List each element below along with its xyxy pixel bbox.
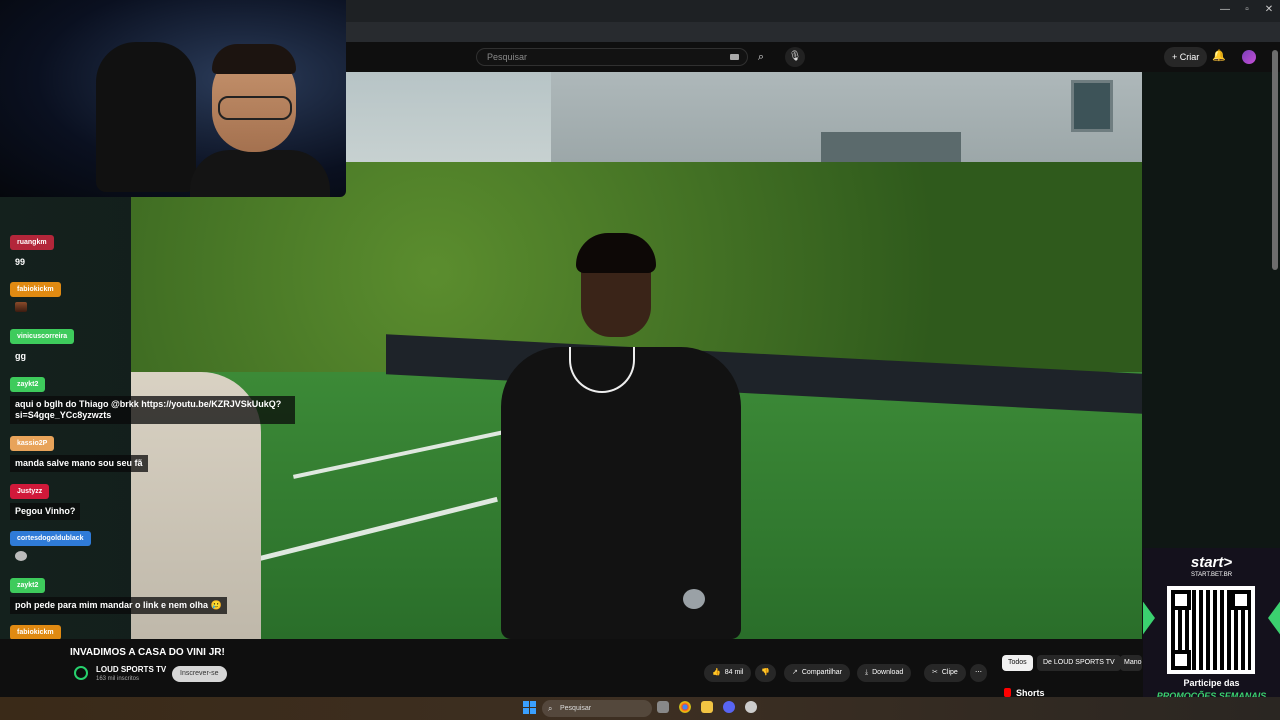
window-controls: — ▫ ✕ [1214,0,1280,20]
chat-message: zaykt2 poh pede para mim mandar o link e… [10,574,227,614]
taskbar-search-placeholder: Pesquisar [560,705,592,712]
person-torso [501,347,741,639]
like-count: 84 mil [724,669,744,676]
ad-domain: START.BET.BR [1190,572,1233,578]
search-input[interactable]: Pesquisar [476,48,748,66]
qr-corner [1171,590,1191,610]
chat-message: cortesdogoldublack [10,527,91,561]
chat-username: Justyzz [10,484,50,499]
taskbar: ⌕ Pesquisar [0,697,1280,720]
search-icon: ⌕ [757,51,765,63]
channel-avatar[interactable] [74,666,88,680]
taskbar-search[interactable]: ⌕ Pesquisar [542,700,652,717]
chrome-icon[interactable] [679,701,691,713]
webcam-body [190,150,330,197]
chat-message: fabiokickm [10,278,61,312]
emote-icon [15,302,27,312]
qr-code-icon [1167,586,1255,674]
page-scrollbar[interactable] [1272,50,1278,270]
chat-username: ruangkm [10,235,54,250]
download-icon: ⤓ [865,669,869,676]
chat-username: cortesdogoldublack [10,531,91,546]
mic-icon: 🎙 [788,51,802,62]
thumbs-down-icon: 👎 [761,669,770,676]
chat-message: vinicuscorreira gg [10,325,75,365]
share-button[interactable]: ↗ Compartilhar [784,664,850,682]
chat-text: manda salve mano sou seu fã [10,455,148,472]
chat-username: vinicuscorreira [10,329,75,344]
sponsor-ad-overlay: start> START.BET.BR Participe das PROMOÇ… [1143,548,1280,720]
chat-username: zaykt2 [10,578,46,593]
download-label: Download [872,669,904,676]
share-icon: ↗ [792,669,798,676]
ad-brand-logo: start> [1190,554,1233,571]
close-icon[interactable]: ✕ [1258,0,1280,20]
streamer-webcam [0,0,346,197]
chat-username: kassio2P [10,436,55,451]
chip-more[interactable]: Mano [1120,655,1142,671]
person-hair [576,233,656,273]
voice-search-button[interactable]: 🎙 [785,47,805,67]
chat-username: zaykt2 [10,377,46,392]
chat-text: aqui o bglh do Thiago @brkk https://yout… [10,396,295,424]
webcam-glasses [218,96,292,120]
chat-username: fabiokickm [10,282,61,297]
house-window [1071,80,1113,132]
task-view-icon[interactable] [657,701,669,713]
create-button[interactable]: + Criar [1164,47,1208,67]
dislike-button[interactable]: 👎 [755,664,776,682]
chevron-right-icon [1143,588,1155,648]
share-label: Compartilhar [801,669,842,676]
file-explorer-icon[interactable] [701,701,713,713]
chat-text: 99 [15,257,26,267]
chat-message: Justyzz Pegou Vinho? [10,480,81,520]
avatar[interactable] [1242,50,1256,64]
chip-from-channel[interactable]: De LOUD SPORTS TV [1037,655,1121,671]
recommendations-panel [1142,72,1280,550]
subscriber-count: 163 mil inscritos [96,676,140,682]
clip-label: Clipe [941,669,958,676]
globe-emote-icon [15,551,27,561]
maximize-icon[interactable]: ▫ [1236,0,1258,20]
windows-start-icon[interactable] [523,701,536,714]
download-button[interactable]: ⤓ Download [857,664,912,682]
chat-text: gg [15,351,26,361]
video-person [501,233,741,639]
chevron-left-icon [1268,588,1280,648]
chat-message: ruangkm 99 [10,231,54,271]
chat-username: fabiokickm [10,625,61,640]
search-button[interactable]: ⌕ [748,48,774,66]
scissors-icon: ✂ [932,669,938,676]
search-placeholder: Pesquisar [487,52,528,62]
chat-message: kassio2P manda salve mano sou seu fã [10,432,148,472]
video-info: INVADIMOS A CASA DO VINI JR! LOUD SPORTS… [0,639,1142,697]
person-watch [683,589,705,609]
ad-line1: Participe das [1183,678,1240,688]
obs-icon[interactable] [745,701,757,713]
thumbs-up-icon: 👍 [712,669,721,676]
screen: — ▫ ✕ ▭ ☆ ⧉ ⇄ ⋮ Pesquisar ⌕ 🎙 + Criar 🔔 [0,0,1280,720]
chip-all[interactable]: Todos [1002,655,1033,671]
discord-icon[interactable] [723,701,735,713]
shorts-icon [1004,688,1011,697]
subscribe-button[interactable]: Inscrever-se [172,666,227,682]
video-title: INVADIMOS A CASA DO VINI JR! [70,647,225,658]
minimize-icon[interactable]: — [1214,0,1236,20]
qr-corner [1171,650,1191,670]
keyboard-icon[interactable] [730,54,739,60]
create-label: Criar [1179,52,1200,62]
qr-corner [1231,590,1251,610]
chat-text: Pegou Vinho? [10,503,81,520]
webcam-hair [212,44,296,74]
clip-button[interactable]: ✂ Clipe [924,664,966,682]
more-actions-button[interactable]: ⋯ [970,664,987,682]
like-button[interactable]: 👍 84 mil [704,664,752,682]
chat-message: zaykt2 aqui o bglh do Thiago @brkk https… [10,373,295,424]
chat-text: poh pede para mim mandar o link e nem ol… [10,597,227,614]
search-icon: ⌕ [548,704,553,713]
more-icon: ⋯ [975,669,982,676]
webcam-chair [96,42,196,192]
bell-icon[interactable]: 🔔 [1212,49,1226,62]
channel-name[interactable]: LOUD SPORTS TV [96,665,166,674]
